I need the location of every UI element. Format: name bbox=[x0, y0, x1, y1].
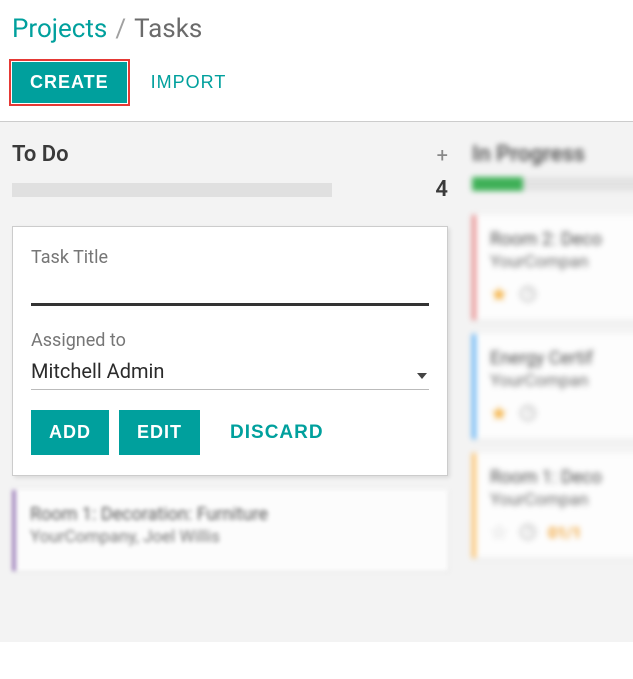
column-todo-add-icon[interactable]: + bbox=[437, 143, 448, 167]
star-icon[interactable]: ★ bbox=[490, 401, 508, 425]
column-todo-title: To Do bbox=[12, 142, 69, 167]
column-todo-progress bbox=[12, 183, 332, 197]
add-button[interactable]: ADD bbox=[31, 410, 109, 455]
chevron-down-icon bbox=[417, 373, 427, 379]
task-card-subtitle: YourCompan bbox=[490, 371, 628, 391]
breadcrumb-separator: / bbox=[115, 14, 126, 44]
task-card-subtitle: YourCompany, Joel Willis bbox=[30, 527, 434, 547]
task-card-title: Energy Certif bbox=[490, 348, 628, 369]
column-progress-title: In Progress bbox=[472, 142, 585, 167]
task-card[interactable]: Room 1: Decoration: Furniture YourCompan… bbox=[12, 490, 448, 571]
task-card[interactable]: Energy Certif YourCompan ★ bbox=[472, 334, 633, 439]
task-card-title: Room 2: Deco bbox=[490, 229, 628, 250]
kanban-board: To Do + 4 Task Title Assigned to Mitchel… bbox=[0, 122, 633, 642]
column-in-progress: In Progress Room 2: Deco YourCompan ★ En… bbox=[460, 142, 633, 642]
column-todo: To Do + 4 Task Title Assigned to Mitchel… bbox=[0, 142, 460, 642]
breadcrumb: Projects / Tasks bbox=[12, 14, 621, 44]
star-icon[interactable]: ☆ bbox=[490, 520, 508, 544]
clock-icon[interactable] bbox=[520, 286, 536, 302]
import-button[interactable]: IMPORT bbox=[151, 72, 227, 93]
discard-button[interactable]: DISCARD bbox=[230, 422, 324, 444]
breadcrumb-projects[interactable]: Projects bbox=[12, 14, 107, 44]
star-icon[interactable]: ★ bbox=[490, 282, 508, 306]
breadcrumb-tasks: Tasks bbox=[134, 14, 202, 44]
task-date: 01/1 bbox=[548, 523, 582, 542]
header-actions: CREATE IMPORT bbox=[12, 62, 621, 103]
task-card[interactable]: Room 2: Deco YourCompan ★ bbox=[472, 215, 633, 320]
task-title-input[interactable] bbox=[31, 276, 429, 306]
task-card-subtitle: YourCompan bbox=[490, 490, 628, 510]
column-todo-count: 4 bbox=[435, 177, 448, 202]
task-card-subtitle: YourCompan bbox=[490, 252, 628, 272]
edit-button[interactable]: EDIT bbox=[119, 410, 200, 455]
quick-create-form: Task Title Assigned to Mitchell Admin AD… bbox=[12, 226, 448, 476]
assigned-to-value: Mitchell Admin bbox=[31, 359, 164, 383]
task-card-title: Room 1: Decoration: Furniture bbox=[30, 504, 434, 525]
clock-icon[interactable] bbox=[520, 405, 536, 421]
column-progress-bar bbox=[472, 177, 633, 191]
clock-icon[interactable] bbox=[520, 524, 536, 540]
header-bar: Projects / Tasks CREATE IMPORT bbox=[0, 0, 633, 121]
assigned-to-select[interactable]: Mitchell Admin bbox=[31, 359, 429, 390]
create-button[interactable]: CREATE bbox=[12, 62, 127, 103]
task-card-title: Room 1: Deco bbox=[490, 467, 628, 488]
task-card[interactable]: Room 1: Deco YourCompan ☆ 01/1 bbox=[472, 453, 633, 558]
assigned-to-label: Assigned to bbox=[31, 330, 429, 351]
task-title-label: Task Title bbox=[31, 247, 429, 268]
